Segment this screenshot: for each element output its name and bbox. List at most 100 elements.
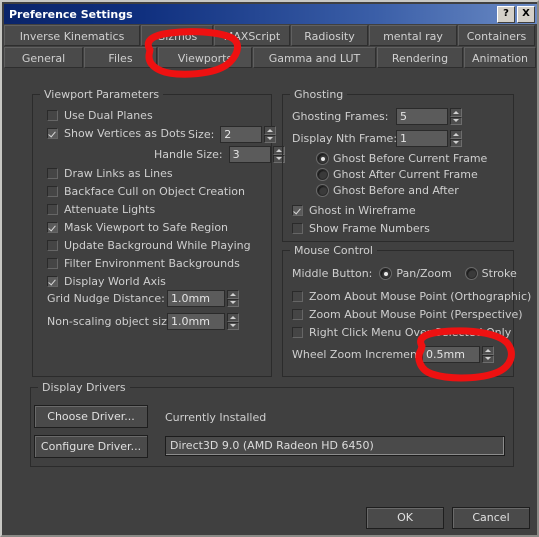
- tab-files[interactable]: Files: [84, 47, 157, 68]
- checkbox-right-click-menu-over-selected-only-box[interactable]: [292, 327, 303, 338]
- checkbox-zoom-about-mouse-point-orthographic-box[interactable]: [292, 291, 303, 302]
- tab-row-bottom: General Files Viewports Gamma and LUT Re…: [4, 47, 537, 68]
- display-nth-frame-spinner[interactable]: 1: [396, 130, 462, 147]
- checkbox-update-background-while-playing[interactable]: Update Background While Playing: [47, 239, 251, 252]
- ghosting-frames-spinner-down-icon[interactable]: [450, 116, 462, 125]
- checkbox-use-dual-planes-box[interactable]: [47, 110, 58, 121]
- handle-size-spinner[interactable]: 3: [228, 146, 285, 163]
- tab-animation[interactable]: Animation: [464, 47, 536, 68]
- radio-ghost-before-and-after[interactable]: Ghost Before and After: [317, 184, 459, 197]
- tab-gamma-and-lut[interactable]: Gamma and LUT: [253, 47, 376, 68]
- checkbox-backface-cull-box[interactable]: [47, 186, 58, 197]
- size-spinner-up-icon[interactable]: [264, 126, 277, 135]
- radio-ghost-before-current-frame[interactable]: Ghost Before Current Frame: [317, 152, 487, 165]
- grid-nudge-distance-spinner-up-icon[interactable]: [227, 290, 239, 299]
- checkbox-backface-cull-label: Backface Cull on Object Creation: [64, 185, 245, 198]
- tab-viewports[interactable]: Viewports: [158, 47, 252, 68]
- checkbox-use-dual-planes[interactable]: Use Dual Planes: [47, 109, 153, 122]
- grid-nudge-distance-input[interactable]: 1.0mm: [167, 290, 225, 307]
- grid-nudge-distance-spinner-down-icon[interactable]: [227, 298, 239, 307]
- wheel-zoom-increment-spinner-up-icon[interactable]: [482, 346, 494, 355]
- checkbox-update-background-while-playing-box[interactable]: [47, 240, 58, 251]
- tab-gizmos[interactable]: Gizmos: [141, 25, 213, 46]
- checkbox-mask-viewport-safe-region-label: Mask Viewport to Safe Region: [64, 221, 229, 234]
- size-input[interactable]: 2: [220, 126, 263, 143]
- display-nth-frame-spinner-buttons[interactable]: [450, 130, 462, 147]
- ok-button[interactable]: OK: [366, 507, 444, 529]
- tab-radiosity[interactable]: Radiosity: [291, 25, 368, 46]
- non-scaling-object-size-spinner-buttons[interactable]: [227, 313, 239, 330]
- checkbox-show-frame-numbers[interactable]: Show Frame Numbers: [292, 222, 430, 235]
- radio-stroke-button[interactable]: [465, 268, 477, 279]
- checkbox-attenuate-lights[interactable]: Attenuate Lights: [47, 203, 155, 216]
- non-scaling-object-size-spinner-up-icon[interactable]: [227, 313, 239, 322]
- tab-general[interactable]: General: [4, 47, 83, 68]
- checkbox-zoom-about-mouse-point-perspective-box[interactable]: [292, 309, 303, 320]
- display-nth-frame-row: Display Nth Frame: 1: [292, 130, 462, 147]
- size-spinner[interactable]: 2: [220, 126, 277, 143]
- radio-pan-zoom-button[interactable]: [380, 268, 392, 279]
- radio-ghost-after-current-frame[interactable]: Ghost After Current Frame: [317, 168, 478, 181]
- checkbox-right-click-menu-over-selected-only-label: Right Click Menu Over Selected Only: [309, 326, 512, 339]
- grid-nudge-distance-spinner[interactable]: 1.0mm: [167, 290, 239, 307]
- checkbox-show-vertices-as-dots[interactable]: Show Vertices as Dots: [47, 127, 186, 140]
- ghosting-frames-label: Ghosting Frames:: [292, 110, 389, 123]
- checkbox-display-world-axis[interactable]: Display World Axis: [47, 275, 166, 288]
- cancel-button[interactable]: Cancel: [452, 507, 530, 529]
- checkbox-show-frame-numbers-box[interactable]: [292, 223, 303, 234]
- tab-containers[interactable]: Containers: [458, 25, 535, 46]
- wheel-zoom-increment-spinner[interactable]: 0.5mm: [422, 346, 494, 363]
- ghosting-frames-spinner-buttons[interactable]: [450, 108, 462, 125]
- driver-value-field[interactable]: Direct3D 9.0 (AMD Radeon HD 6450): [165, 436, 505, 456]
- configure-driver-button[interactable]: Configure Driver...: [34, 435, 148, 458]
- checkbox-filter-environment-backgrounds-box[interactable]: [47, 258, 58, 269]
- help-button[interactable]: ?: [497, 6, 515, 23]
- non-scaling-object-size-input[interactable]: 1.0mm: [167, 313, 225, 330]
- display-drivers-title: Display Drivers: [38, 381, 130, 394]
- tab-inverse-kinematics[interactable]: Inverse Kinematics: [4, 25, 140, 46]
- checkbox-mask-viewport-safe-region-box[interactable]: [47, 222, 58, 233]
- checkbox-attenuate-lights-label: Attenuate Lights: [64, 203, 156, 216]
- size-spinner-down-icon[interactable]: [264, 134, 277, 143]
- checkbox-backface-cull[interactable]: Backface Cull on Object Creation: [47, 185, 245, 198]
- checkbox-zoom-about-mouse-point-orthographic[interactable]: Zoom About Mouse Point (Orthographic): [292, 290, 531, 303]
- radio-ghost-before-and-after-button[interactable]: [317, 185, 328, 196]
- wheel-zoom-increment-spinner-buttons[interactable]: [482, 346, 494, 363]
- checkbox-mask-viewport-safe-region[interactable]: Mask Viewport to Safe Region: [47, 221, 228, 234]
- tab-rendering[interactable]: Rendering: [377, 47, 463, 68]
- checkbox-draw-links-as-lines[interactable]: Draw Links as Lines: [47, 167, 173, 180]
- display-nth-frame-spinner-down-icon[interactable]: [450, 138, 462, 147]
- wheel-zoom-increment-input[interactable]: 0.5mm: [422, 346, 480, 363]
- checkbox-zoom-about-mouse-point-perspective[interactable]: Zoom About Mouse Point (Perspective): [292, 308, 523, 321]
- checkbox-ghost-in-wireframe[interactable]: Ghost in Wireframe: [292, 204, 416, 217]
- non-scaling-object-size-spinner[interactable]: 1.0mm: [167, 313, 239, 330]
- tab-mental-ray[interactable]: mental ray: [369, 25, 457, 46]
- radio-ghost-after-current-frame-button[interactable]: [317, 169, 328, 180]
- checkbox-show-vertices-as-dots-box[interactable]: [47, 128, 58, 139]
- ghosting-frames-input[interactable]: 5: [396, 108, 448, 125]
- ghosting-frames-spinner[interactable]: 5: [396, 108, 462, 125]
- ghosting-frames-spinner-up-icon[interactable]: [450, 108, 462, 117]
- non-scaling-object-size-spinner-down-icon[interactable]: [227, 321, 239, 330]
- size-spinner-buttons[interactable]: [264, 126, 277, 143]
- checkbox-right-click-menu-over-selected-only[interactable]: Right Click Menu Over Selected Only: [292, 326, 511, 339]
- checkbox-filter-environment-backgrounds[interactable]: Filter Environment Backgrounds: [47, 257, 240, 270]
- tab-maxscript[interactable]: MAXScript: [214, 25, 290, 46]
- grid-nudge-distance-spinner-buttons[interactable]: [227, 290, 239, 307]
- checkbox-display-world-axis-box[interactable]: [47, 276, 58, 287]
- display-nth-frame-input[interactable]: 1: [396, 130, 448, 147]
- checkbox-show-frame-numbers-label: Show Frame Numbers: [309, 222, 430, 235]
- checkbox-draw-links-as-lines-box[interactable]: [47, 168, 58, 179]
- checkbox-attenuate-lights-box[interactable]: [47, 204, 58, 215]
- radio-stroke-label: Stroke: [481, 267, 517, 280]
- close-button[interactable]: X: [517, 6, 535, 23]
- checkbox-draw-links-as-lines-label: Draw Links as Lines: [64, 167, 173, 180]
- display-nth-frame-spinner-up-icon[interactable]: [450, 130, 462, 139]
- checkbox-ghost-in-wireframe-box[interactable]: [292, 205, 303, 216]
- handle-size-input[interactable]: 3: [228, 146, 271, 163]
- tab-row-top: Inverse Kinematics Gizmos MAXScript Radi…: [4, 25, 537, 46]
- ghosting-frames-row: Ghosting Frames: 5: [292, 108, 462, 125]
- radio-ghost-before-current-frame-button[interactable]: [317, 153, 328, 164]
- wheel-zoom-increment-spinner-down-icon[interactable]: [482, 354, 494, 363]
- choose-driver-button[interactable]: Choose Driver...: [34, 405, 148, 428]
